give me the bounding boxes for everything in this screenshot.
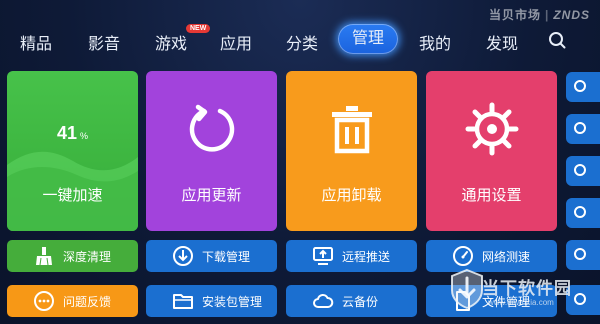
tab-categories[interactable]: 分类 [286,30,318,54]
remote-push-label: 远程推送 [342,249,391,264]
app-update-label: 应用更新 [181,187,242,204]
download-icon [173,246,193,266]
side-item[interactable] [566,240,600,270]
feedback-label: 问题反馈 [63,294,112,309]
side-item[interactable] [566,72,600,102]
download-manager-label: 下载管理 [202,249,251,264]
deep-clean-label: 深度清理 [63,249,112,264]
feedback-button[interactable]: 问题反馈 [7,285,138,317]
top-nav: 精品 影音 游戏 NEW 应用 分类 管理 我的 发现 [0,22,600,58]
top-watermark: 当贝市场 | ZNDS [488,8,590,22]
monitor-upload-icon [313,247,333,265]
cloud-backup-label: 云备份 [342,294,379,309]
tab-featured[interactable]: 精品 [20,30,52,54]
cloud-backup-button[interactable]: 云备份 [286,285,417,317]
speed-percent: 41% [56,123,89,143]
network-speed-test-label: 网络测速 [482,249,531,264]
watermark-brand: ZNDS [553,8,590,22]
side-item[interactable] [566,198,600,228]
trash-icon [332,106,372,154]
side-item[interactable] [566,114,600,144]
gear-icon [465,102,519,156]
watermark-text: 当贝市场 [488,8,541,22]
watermark-url: www.downxia.com [488,298,554,307]
tab-mine[interactable]: 我的 [419,30,451,54]
package-manager-label: 安装包管理 [202,294,263,309]
remote-push-button[interactable]: 远程推送 [286,240,417,272]
app-uninstall-tile[interactable]: 应用卸载 [286,71,417,231]
tab-manage[interactable]: 管理 [338,24,399,54]
broom-icon [36,247,52,266]
bottom-watermark: 当下软件园 www.downxia.com [448,268,598,320]
package-manager-button[interactable]: 安装包管理 [146,285,277,317]
tab-games[interactable]: 游戏 [155,30,187,54]
speedometer-icon [453,246,473,266]
general-settings-label: 通用设置 [461,187,522,204]
folder-icon [173,294,193,309]
tab-media[interactable]: 影音 [88,30,120,54]
new-badge: NEW [186,24,211,33]
more-dots-icon [34,291,54,311]
deep-clean-button[interactable]: 深度清理 [7,240,138,272]
side-item[interactable] [566,156,600,186]
speed-up-tile[interactable]: 41% 一键加速 [7,71,138,231]
general-settings-tile[interactable]: 通用设置 [426,71,557,231]
tab-apps[interactable]: 应用 [220,30,252,54]
speed-up-label: 一键加速 [42,187,103,204]
cloud-icon [313,293,334,308]
watermark-title: 当下软件园 [482,279,572,298]
search-icon[interactable] [548,31,566,49]
app-uninstall-label: 应用卸载 [321,187,382,204]
shield-logo-icon [451,268,483,310]
refresh-icon [189,104,235,152]
tab-discover[interactable]: 发现 [486,30,518,54]
app-update-tile[interactable]: 应用更新 [146,71,277,231]
download-manager-button[interactable]: 下载管理 [146,240,277,272]
